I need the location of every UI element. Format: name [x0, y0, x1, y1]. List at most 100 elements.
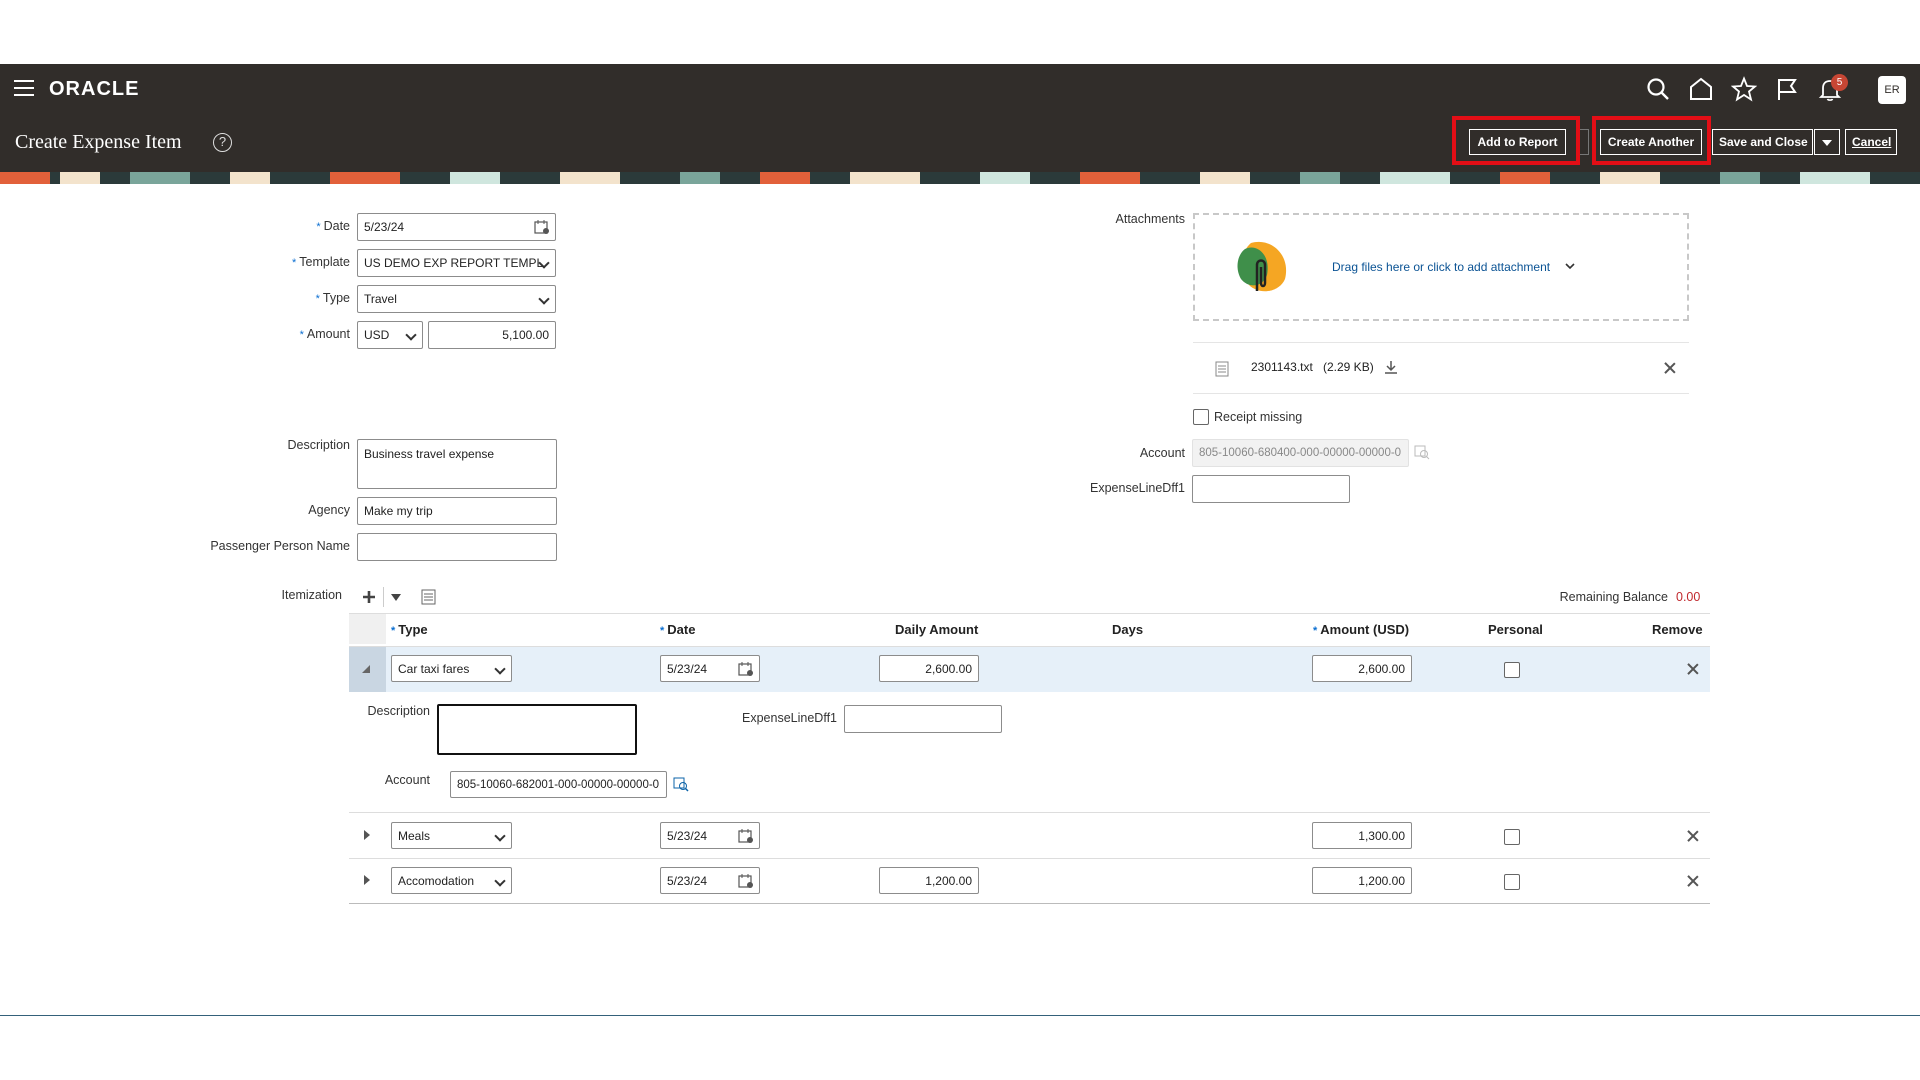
item-amount-input[interactable]: 1,300.00: [1312, 822, 1412, 849]
save-and-close-button[interactable]: Save and Close: [1712, 129, 1813, 155]
top-margin: [0, 0, 1920, 64]
item-description-label: Description: [367, 704, 430, 718]
toolbar-divider: [383, 587, 384, 607]
flag-icon[interactable]: [1774, 76, 1800, 102]
search-icon[interactable]: [1645, 76, 1671, 102]
file-size: (2.29 KB): [1323, 360, 1374, 374]
agency-input[interactable]: Make my trip: [357, 497, 557, 525]
add-to-report-button[interactable]: Add to Report: [1469, 129, 1566, 155]
file-name-link[interactable]: 2301143.txt: [1251, 360, 1313, 374]
attachments-label: Attachments: [1115, 212, 1185, 226]
add-to-report-menu-button[interactable]: [1577, 129, 1589, 155]
favorites-star-icon[interactable]: [1730, 76, 1758, 102]
item-description-textarea[interactable]: [437, 704, 637, 755]
expand-row-icon[interactable]: [364, 875, 370, 885]
column-header-personal: Personal: [1488, 622, 1543, 637]
item-type-select[interactable]: Car taxi fares: [391, 655, 512, 682]
screen: ORACLE 5 ER Create Expense Item ? Add to…: [0, 0, 1920, 1080]
add-item-plus-icon[interactable]: [362, 590, 376, 604]
column-header-amount-usd: * Amount (USD): [1313, 622, 1410, 637]
help-icon[interactable]: ?: [213, 133, 232, 152]
column-header-daily-amount: Daily Amount: [895, 622, 979, 637]
decorative-banner: [0, 172, 1920, 184]
save-options-dropdown-button[interactable]: [1814, 129, 1840, 155]
account-search-icon[interactable]: [673, 776, 689, 792]
remove-row-icon[interactable]: [1686, 662, 1700, 676]
chevron-down-icon: [1565, 263, 1576, 270]
personal-checkbox[interactable]: [1504, 874, 1520, 890]
item-amount-input[interactable]: 2,600.00: [1312, 655, 1412, 682]
column-header-days: Days: [1112, 622, 1144, 637]
column-header-remove: Remove: [1652, 622, 1703, 637]
remaining-balance-label: Remaining Balance: [1559, 590, 1668, 604]
receipt-missing-checkbox[interactable]: [1193, 409, 1209, 425]
table-corner: [349, 614, 386, 644]
user-avatar[interactable]: ER: [1878, 76, 1906, 104]
item-date-input[interactable]: 5/23/24: [660, 655, 760, 682]
create-another-button[interactable]: Create Another: [1600, 129, 1702, 155]
daily-amount-input[interactable]: 1,200.00: [879, 867, 979, 894]
table-top-border: [349, 613, 1710, 614]
footer-divider: [0, 1015, 1920, 1016]
remaining-balance-value: 0.00: [1676, 590, 1701, 604]
item-type-select[interactable]: Meals: [391, 822, 512, 849]
agency-label: Agency: [308, 503, 350, 517]
date-label: * Date: [316, 219, 350, 233]
global-header: ORACLE 5 ER: [0, 64, 1920, 114]
description-label: Description: [287, 438, 350, 452]
table-bottom-border: [349, 903, 1710, 904]
calendar-icon[interactable]: [738, 661, 754, 677]
remove-row-icon[interactable]: [1686, 874, 1700, 888]
expand-row-icon[interactable]: [364, 830, 370, 840]
attachment-file-row: 2301143.txt (2.29 KB): [1193, 342, 1689, 394]
oracle-logo[interactable]: ORACLE: [49, 78, 139, 101]
item-date-input[interactable]: 5/23/24: [660, 822, 760, 849]
attachment-dropzone[interactable]: Drag files here or click to add attachme…: [1193, 213, 1689, 321]
detach-table-icon[interactable]: [421, 589, 436, 605]
template-select[interactable]: US DEMO EXP REPORT TEMPL: [357, 249, 556, 277]
item-amount-input[interactable]: 1,200.00: [1312, 867, 1412, 894]
column-header-date: * Date: [660, 622, 696, 637]
notification-count-badge: 5: [1831, 74, 1848, 91]
type-select[interactable]: Travel: [357, 285, 556, 313]
amount-input[interactable]: 5,100.00: [428, 321, 556, 349]
home-icon[interactable]: [1688, 76, 1714, 102]
collapse-row-icon[interactable]: [362, 665, 370, 673]
remove-row-icon[interactable]: [1686, 829, 1700, 843]
column-header-type: * Type: [391, 622, 428, 637]
page-header: Create Expense Item ? Add to Report Crea…: [0, 114, 1920, 172]
calendar-icon[interactable]: [738, 828, 754, 844]
passenger-person-name-label: Passenger Person Name: [210, 539, 350, 553]
description-textarea[interactable]: Business travel expense: [357, 439, 557, 489]
account-search-icon: [1414, 445, 1430, 460]
expense-line-dff1-input[interactable]: [1192, 475, 1350, 503]
item-dff1-input[interactable]: [844, 705, 1002, 733]
account-label: Account: [1139, 446, 1185, 460]
delete-attachment-icon[interactable]: [1663, 361, 1677, 375]
currency-select[interactable]: USD: [357, 321, 423, 349]
item-type-select[interactable]: Accomodation: [391, 867, 512, 894]
calendar-icon[interactable]: [534, 219, 550, 235]
download-icon[interactable]: [1384, 360, 1398, 374]
personal-checkbox[interactable]: [1504, 662, 1520, 678]
itemization-label: Itemization: [281, 588, 342, 602]
item-account-input[interactable]: 805-10060-682001-000-00000-00000-0: [450, 771, 667, 798]
template-label: * Template: [291, 255, 350, 269]
caret-down-icon[interactable]: [391, 594, 401, 602]
amount-label: * Amount: [299, 327, 350, 341]
menu-icon[interactable]: [14, 80, 34, 96]
calendar-icon[interactable]: [738, 873, 754, 889]
cancel-button[interactable]: Cancel: [1845, 129, 1897, 155]
personal-checkbox[interactable]: [1504, 829, 1520, 845]
expense-line-dff1-label: ExpenseLineDff1: [1090, 481, 1185, 495]
passenger-person-name-input[interactable]: [357, 533, 557, 561]
row-divider: [349, 812, 1710, 813]
receipt-missing-label: Receipt missing: [1214, 410, 1303, 424]
add-attachment-link[interactable]: Drag files here or click to add attachme…: [1332, 260, 1576, 274]
item-account-label: Account: [384, 773, 430, 787]
account-field-readonly: 805-10060-680400-000-00000-00000-0: [1192, 439, 1409, 467]
item-date-input[interactable]: 5/23/24: [660, 867, 760, 894]
row-divider: [349, 858, 1710, 859]
date-input[interactable]: 5/23/24: [357, 213, 556, 241]
daily-amount-input[interactable]: 2,600.00: [879, 655, 979, 682]
